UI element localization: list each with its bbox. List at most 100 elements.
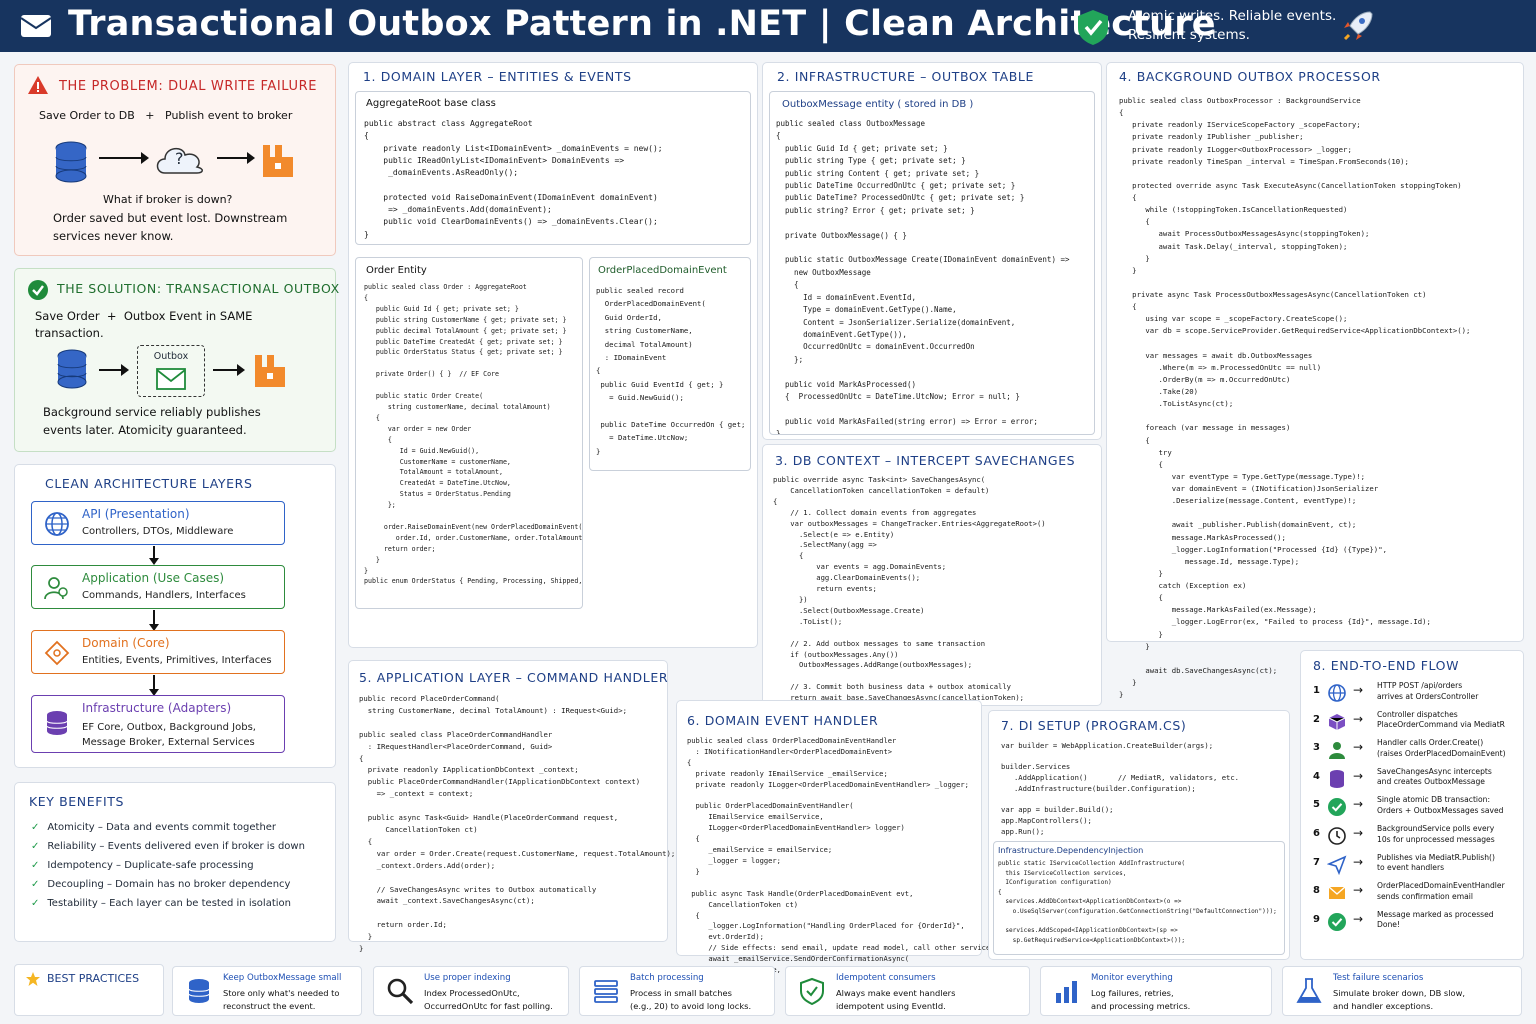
flow-step-line-1: Handler calls Order.Create() (1377, 738, 1484, 748)
list-icon (594, 980, 618, 1003)
flow-step-line-1: SaveChangesAsync intercepts (1377, 766, 1492, 776)
flow-step-number: 2 (1313, 713, 1320, 725)
flow-step: 2 → Controller dispatches PlaceOrderCommand… (1313, 710, 1529, 736)
shield-check-icon (1078, 10, 1108, 45)
star-icon (26, 972, 40, 986)
di-infra-heading: Infrastructure.DependencyInjection (998, 845, 1144, 855)
search-icon (387, 978, 414, 1005)
arrow-right-icon: → (1353, 826, 1364, 840)
check-icon: ✓ (31, 898, 40, 909)
arrow-head (237, 364, 245, 376)
best-practice-card: Idempotent consumers Always make event ha… (785, 966, 1030, 1016)
order-entity-code: public sealed class Order : AggregateRoo… (364, 283, 583, 586)
flow-step: 4 → SaveChangesAsync intercepts and creates… (1313, 767, 1529, 793)
solution-line-2: transaction. (35, 326, 104, 340)
domain-event-box: OrderPlacedDomainEvent public sealed rec… (589, 257, 751, 471)
di-setup-panel: 7. DI SETUP (PROGRAM.CS) var builder = W… (988, 710, 1290, 960)
flow-step-text: OrderPlacedDomainEventHandler sends confi… (1377, 881, 1505, 902)
flow-step-text: Handler calls Order.Create() (raises Orde… (1377, 738, 1506, 759)
di-setup-title: 7. DI SETUP (PROGRAM.CS) (1001, 718, 1187, 733)
database-icon (46, 711, 68, 735)
problem-subtitle: Save Order to DB + Publish event to brok… (39, 109, 293, 122)
flow-step-line-1: Publishes via MediatR.Publish() (1377, 852, 1495, 862)
layer-desc: Controllers, DTOs, Middleware (82, 526, 234, 537)
layer-application: Application (Use Cases) Commands, Handle… (31, 565, 285, 609)
flow-step: 6 → BackgroundService polls every 10s for u… (1313, 824, 1529, 850)
problem-panel: THE PROBLEM: DUAL WRITE FAILURE Save Ord… (14, 64, 336, 256)
page-title: Transactional Outbox Pattern in .NET | C… (68, 4, 1216, 44)
outbox-entity-heading: OutboxMessage entity ( stored in DB ) (782, 99, 974, 110)
flow-step-line-2: Done! (1377, 920, 1401, 930)
aggregate-box: AggregateRoot base class public abstract… (355, 91, 751, 245)
best-practice-desc-line-2: and handler exceptions. (1333, 1001, 1434, 1011)
benefit-name: Decoupling (47, 879, 104, 890)
flow-step-text: Controller dispatches PlaceOrderCommand v… (1377, 710, 1505, 731)
flow-step-line-2: sends confirmation email (1377, 891, 1473, 901)
rocket-icon (1343, 11, 1373, 41)
flow-step-number: 4 (1313, 770, 1320, 782)
flow-step-line-1: Message marked as processed (1377, 909, 1494, 919)
best-practice-desc: Simulate broker down, DB slow, and handle… (1333, 987, 1465, 1013)
layer-desc: Entities, Events, Primitives, Interfaces (82, 655, 272, 666)
solution-title: THE SOLUTION: TRANSACTIONAL OUTBOX (57, 281, 340, 296)
flow-step-line-2: Orders + OutboxMessages saved (1377, 805, 1504, 815)
outbox-entity-code: public sealed class OutboxMessage { publ… (776, 119, 1070, 435)
benefit-item: ✓ Decoupling – Domain has no broker depen… (31, 879, 290, 890)
question-mark: ? (175, 149, 184, 168)
best-practice-desc: Store only what's needed to reconstruct t… (223, 987, 339, 1013)
cube-icon (1328, 713, 1346, 730)
check-icon: ✓ (31, 822, 40, 833)
benefits-title: KEY BENEFITS (29, 794, 125, 809)
best-practice-title: Test failure scenarios (1333, 973, 1424, 983)
layer-domain: Domain (Core) Entities, Events, Primitiv… (31, 630, 285, 674)
flow-step-line-2: (raises OrderPlacedDomainEvent) (1377, 748, 1506, 758)
layers-title: CLEAN ARCHITECTURE LAYERS (45, 476, 253, 491)
best-practice-card: Batch processing Process in small batches… (579, 966, 775, 1016)
best-practice-title: Idempotent consumers (836, 973, 936, 983)
outbox-entity-box: OutboxMessage entity ( stored in DB ) pu… (769, 91, 1095, 435)
domain-event-code: public sealed record OrderPlacedDomainEv… (596, 286, 750, 456)
benefit-desc: – Duplicate-safe processing (112, 860, 254, 871)
best-practices-label: BEST PRACTICES (14, 964, 164, 1016)
header-bar: Transactional Outbox Pattern in .NET | C… (0, 0, 1536, 52)
benefit-name: Testability (47, 898, 98, 909)
mail-icon (156, 368, 186, 390)
arrow-right-icon: → (1353, 740, 1364, 755)
domain-event-heading: OrderPlacedDomainEvent (598, 265, 727, 276)
dbcontext-code: public override async Task<int> SaveChan… (773, 475, 1046, 713)
best-practice-desc-line-1: Simulate broker down, DB slow, (1333, 988, 1466, 998)
arrow-right-icon: → (1353, 854, 1364, 869)
solution-line-1: Save Order + Outbox Event in SAME (35, 309, 253, 323)
clock-icon (1328, 827, 1346, 845)
arrow-line (99, 157, 145, 159)
bar-chart-icon (1056, 981, 1077, 1003)
benefit-name: Reliability (47, 841, 97, 852)
best-practice-desc-line-2: reconstruct the event. (223, 1001, 316, 1011)
send-icon (1327, 855, 1347, 875)
aggregate-heading: AggregateRoot base class (366, 98, 496, 109)
tagline-line-2: Resilient systems. (1128, 27, 1250, 43)
flow-step-number: 6 (1313, 828, 1320, 839)
benefits-panel: KEY BENEFITS ✓ Atomicity – Data and event… (14, 782, 336, 942)
best-practice-title: Monitor everything (1091, 973, 1173, 983)
layer-name: API (Presentation) (82, 507, 190, 521)
warning-icon (28, 76, 48, 94)
layer-name: Infrastructure (Adapters) (82, 701, 232, 715)
outbox-label: Outbox (153, 351, 189, 362)
application-layer-panel: 5. APPLICATION LAYER – COMMAND HANDLER p… (348, 660, 675, 953)
arrow-head (149, 558, 159, 565)
best-practice-title: Use proper indexing (424, 973, 511, 983)
arrow-line (217, 157, 251, 159)
dbcontext-panel: 3. DB CONTEXT – INTERCEPT SAVECHANGES pu… (762, 444, 1102, 713)
best-practice-title: Keep OutboxMessage small (223, 973, 342, 983)
users-icon (44, 577, 68, 600)
best-practice-desc-line-1: Process in small batches (630, 988, 732, 998)
outbox-box: Outbox (137, 345, 205, 397)
domain-layer-title: 1. DOMAIN LAYER – ENTITIES & EVENTS (363, 69, 632, 84)
best-practice-desc-line-1: Store only what's needed to (223, 988, 340, 998)
best-practice-title: Batch processing (630, 973, 704, 983)
flow-step: 5 → Single atomic DB transaction: Orders + … (1313, 795, 1529, 821)
flow-step-line-1: Controller dispatches (1377, 709, 1458, 719)
processor-title: 4. BACKGROUND OUTBOX PROCESSOR (1119, 69, 1381, 84)
solution-desc-1: Background service reliably publishes (43, 405, 261, 419)
